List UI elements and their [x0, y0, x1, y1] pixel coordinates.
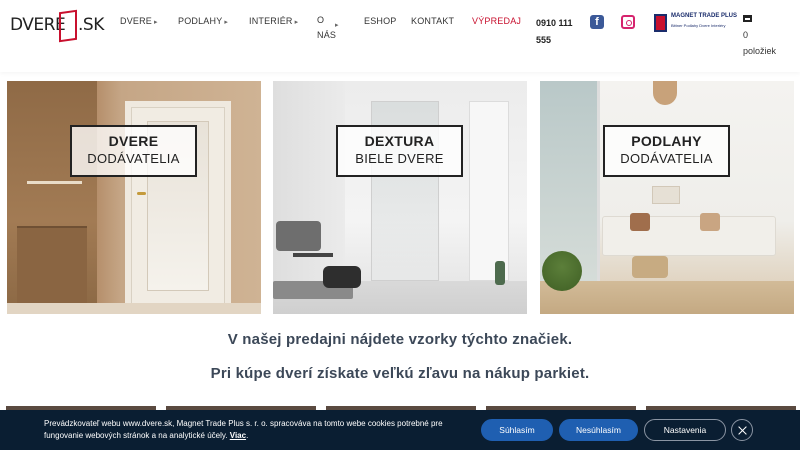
partner-name: MAGNET TRADE PLUS [671, 13, 737, 19]
partner-logo[interactable]: MAGNET TRADE PLUS Bittner Podlahy Dvere … [654, 12, 737, 36]
door-logo-icon [59, 9, 77, 43]
partner-mark-icon [654, 14, 667, 32]
cookie-text: Prevádzkovateľ webu www.dvere.sk, Magnet… [44, 419, 443, 440]
cookie-reject-button[interactable]: Nesúhlasím [559, 419, 638, 441]
tile-subtitle: DODÁVATELIA [87, 151, 180, 166]
tile-label-box: DEXTURA BIELE DVERE [336, 125, 463, 177]
nav-item-podlahy[interactable]: PODLAHY ▸ [178, 16, 228, 26]
site-logo[interactable]: DVERE .SK [10, 9, 104, 43]
facebook-icon[interactable]: f [590, 15, 604, 29]
close-icon[interactable] [731, 419, 753, 441]
logo-text-right: .SK [78, 15, 104, 35]
tile-title: DEXTURA [364, 133, 435, 149]
site-header: DVERE .SK DVERE ▸ PODLAHY ▸ INTERIÉR ▸ O ▸ … [0, 0, 800, 72]
instagram-icon[interactable] [621, 15, 635, 29]
sofa-image [602, 216, 776, 256]
submenu-caret-icon: ▸ [335, 22, 339, 29]
submenu-caret-icon: ▸ [294, 19, 299, 26]
promo-heading-1: V našej predajni nájdete vzorky týchto z… [227, 331, 573, 348]
tile-label-box: PODLAHY DODÁVATELIA [603, 125, 730, 177]
cookie-consent-bar: Prevádzkovateľ webu www.dvere.sk, Magnet… [0, 410, 800, 450]
nav-item-o-nas-line1[interactable]: O [317, 15, 324, 25]
tile-title: PODLAHY [631, 133, 702, 149]
cart-icon[interactable] [743, 15, 752, 22]
partner-subtitle: Bittner Podlahy Dvere Interiéry [671, 23, 726, 28]
cart-count[interactable]: 0 položiek [743, 27, 783, 59]
nav-item-o-nas-line2[interactable]: NÁS [317, 30, 336, 40]
submenu-caret-icon: ▸ [224, 19, 229, 26]
cookie-accept-button[interactable]: Súhlasím [481, 419, 553, 441]
white-door-image [469, 101, 509, 281]
tile-subtitle: DODÁVATELIA [620, 151, 713, 166]
tile-subtitle: BIELE DVERE [355, 151, 444, 166]
tile-dextura[interactable]: DEXTURA BIELE DVERE [273, 81, 527, 314]
tile-dvere[interactable]: DVERE DODÁVATELIA [7, 81, 261, 314]
phone-number[interactable]: 0910 111 555 [536, 15, 576, 49]
tile-title: DVERE [108, 133, 159, 149]
promo-heading-2: Pri kúpe dverí získate veľkú zľavu na ná… [210, 365, 590, 382]
logo-text-left: DVERE [10, 15, 66, 35]
tile-podlahy[interactable]: PODLAHY DODÁVATELIA [540, 81, 794, 314]
nav-item-kontakt[interactable]: KONTAKT [411, 16, 454, 26]
tile-label-box: DVERE DODÁVATELIA [70, 125, 197, 177]
cookie-more-link[interactable]: Viac [230, 431, 246, 440]
nav-item-interier[interactable]: INTERIÉR ▸ [249, 16, 298, 26]
cookie-settings-button[interactable]: Nastavenia [644, 419, 726, 441]
nav-item-eshop[interactable]: ESHOP [364, 16, 397, 26]
submenu-caret-icon: ▸ [154, 19, 158, 26]
nav-item-dvere[interactable]: DVERE ▸ [120, 16, 158, 26]
nav-item-vypredaj[interactable]: VÝPREDAJ [472, 16, 521, 26]
